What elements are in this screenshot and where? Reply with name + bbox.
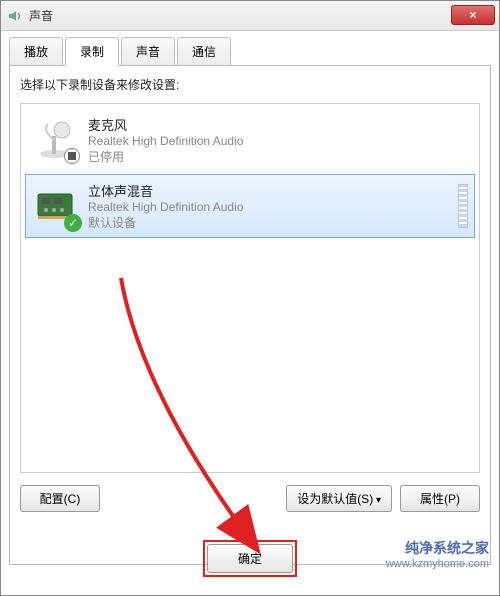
microphone-icon <box>32 116 80 164</box>
device-name: 麦克风 <box>88 115 468 134</box>
tab-sounds[interactable]: 声音 <box>121 37 175 66</box>
tab-playback[interactable]: 播放 <box>9 37 63 66</box>
watermark: 纯净系统之家 www.kzmyhome.com <box>386 539 489 571</box>
device-item-microphone[interactable]: 麦克风 Realtek High Definition Audio 已停用 <box>25 108 475 172</box>
speaker-icon <box>7 8 23 24</box>
tab-strip: 播放 录制 声音 通信 <box>1 31 499 66</box>
device-name: 立体声混音 <box>88 181 452 200</box>
configure-button[interactable]: 配置(C) <box>20 485 100 512</box>
set-default-button[interactable]: 设为默认值(S) <box>286 485 392 512</box>
device-list[interactable]: 麦克风 Realtek High Definition Audio 已停用 ✓ … <box>20 103 480 473</box>
panel-buttons: 配置(C) 设为默认值(S) 属性(P) <box>20 485 480 512</box>
device-description: Realtek High Definition Audio <box>88 134 468 148</box>
tab-panel-recording: 选择以下录制设备来修改设置: 麦克风 Realtek High Definiti… <box>9 65 491 565</box>
device-info: 麦克风 Realtek High Definition Audio 已停用 <box>88 115 468 165</box>
spacer <box>108 485 278 512</box>
close-icon: × <box>469 8 476 22</box>
ok-button[interactable]: 确定 <box>207 544 293 573</box>
device-info: 立体声混音 Realtek High Definition Audio 默认设备 <box>88 181 452 231</box>
watermark-url: www.kzmyhome.com <box>386 557 489 571</box>
window-title: 声音 <box>29 7 53 24</box>
watermark-title: 纯净系统之家 <box>386 539 489 557</box>
soundcard-icon: ✓ <box>32 182 80 230</box>
device-status: 默认设备 <box>88 214 452 231</box>
disabled-badge-icon <box>64 148 80 164</box>
annotation-highlight: 确定 <box>203 540 297 577</box>
device-status: 已停用 <box>88 148 468 165</box>
instruction-text: 选择以下录制设备来修改设置: <box>20 76 480 93</box>
level-meter <box>458 184 468 228</box>
properties-button[interactable]: 属性(P) <box>400 485 480 512</box>
tab-communications[interactable]: 通信 <box>177 37 231 66</box>
device-description: Realtek High Definition Audio <box>88 200 452 214</box>
titlebar: 声音 × <box>1 1 499 31</box>
default-badge-icon: ✓ <box>64 214 82 232</box>
tab-recording[interactable]: 录制 <box>65 37 119 66</box>
sound-dialog: 声音 × 播放 录制 声音 通信 选择以下录制设备来修改设置: 麦克风 Real… <box>0 0 500 596</box>
close-button[interactable]: × <box>451 5 495 25</box>
device-item-stereo-mix[interactable]: ✓ 立体声混音 Realtek High Definition Audio 默认… <box>25 174 475 238</box>
